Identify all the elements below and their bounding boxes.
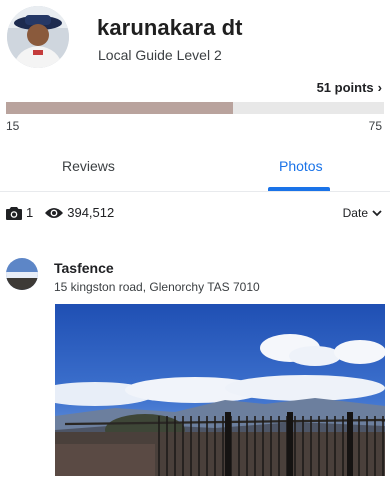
points-link[interactable]: 51 points › <box>317 80 382 95</box>
guide-level: Local Guide Level 2 <box>98 47 222 63</box>
tab-photos[interactable]: Photos <box>279 158 323 174</box>
progress-min-label: 15 <box>6 119 20 133</box>
profile-header: karunakara dt Local Guide Level 2 <box>0 0 390 82</box>
sort-dropdown[interactable]: Date <box>343 206 382 220</box>
profile-name: karunakara dt <box>97 15 243 40</box>
level-progress-fill <box>6 102 233 114</box>
chevron-right-icon: › <box>377 80 382 95</box>
place-address: 15 kingston road, Glenorchy TAS 7010 <box>54 280 260 294</box>
camera-icon <box>6 206 22 220</box>
progress-max-label: 75 <box>368 119 382 133</box>
contribution-stats: 1 394,512 <box>6 205 126 220</box>
eye-icon <box>45 207 64 218</box>
avatar-image <box>7 6 69 68</box>
sort-label: Date <box>342 206 368 220</box>
tab-reviews[interactable]: Reviews <box>62 158 115 174</box>
place-name[interactable]: Tasfence <box>54 260 114 276</box>
selected-tab-indicator <box>268 187 330 191</box>
avatar[interactable] <box>7 6 69 68</box>
profile-tabs: Reviews Photos <box>0 150 390 192</box>
post-photo[interactable] <box>55 304 385 476</box>
view-count: 394,512 <box>67 205 115 220</box>
points-label: 51 points <box>316 80 374 95</box>
photo-count: 1 <box>26 205 34 220</box>
place-thumbnail[interactable] <box>6 258 38 290</box>
photo-image <box>55 304 385 476</box>
level-progress-bar <box>6 102 384 114</box>
view-count-stat: 394,512 <box>45 205 114 220</box>
chevron-down-icon <box>372 209 382 216</box>
place-thumbnail-image <box>6 258 38 290</box>
photo-count-stat: 1 <box>6 205 33 220</box>
